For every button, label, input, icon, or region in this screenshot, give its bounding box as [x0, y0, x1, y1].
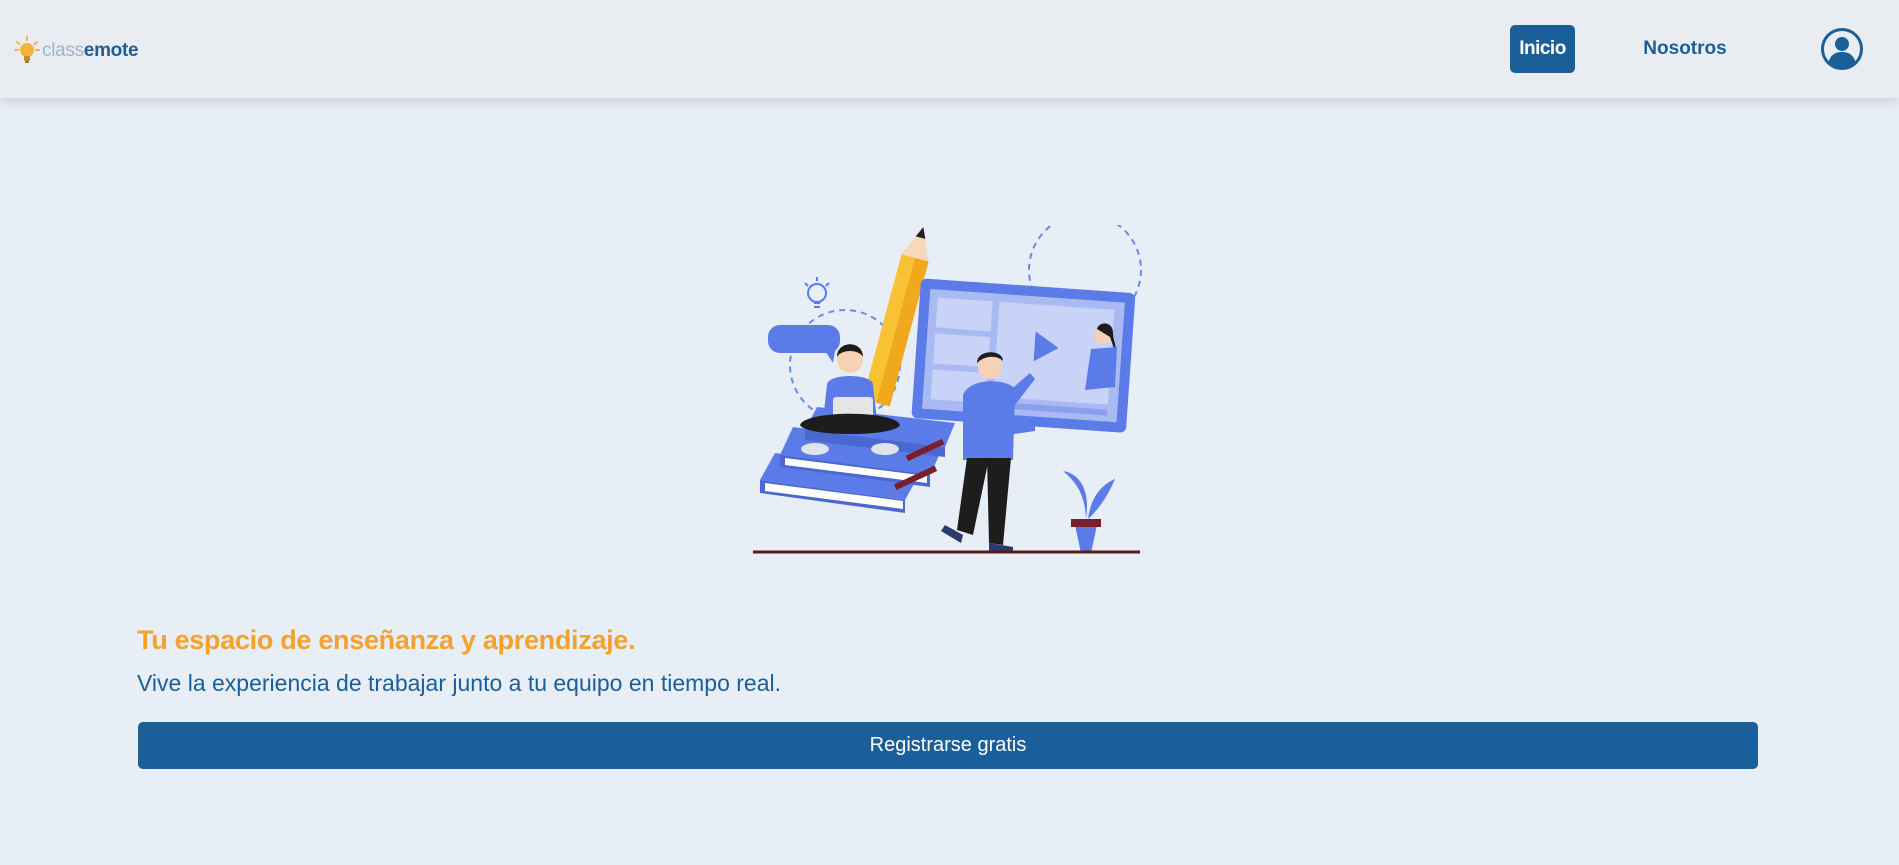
hero-illustration [745, 213, 1145, 560]
register-free-button[interactable]: Registrarse gratis [138, 722, 1758, 769]
user-profile-button[interactable] [1820, 27, 1864, 71]
brand-logo[interactable]: classemote [14, 34, 139, 68]
brand-name: classemote [42, 40, 139, 61]
user-circle-icon [1821, 28, 1863, 70]
nav-nosotros-link[interactable]: Nosotros [1630, 25, 1740, 73]
nav-inicio-button[interactable]: Inicio [1510, 25, 1575, 73]
hero-title: Tu espacio de enseñanza y aprendizaje. [137, 625, 636, 655]
top-navbar: classemote Inicio Nosotros [0, 0, 1899, 98]
hero-subtitle: Vive la experiencia de trabajar junto a … [137, 670, 781, 696]
lightbulb-icon [14, 36, 40, 63]
